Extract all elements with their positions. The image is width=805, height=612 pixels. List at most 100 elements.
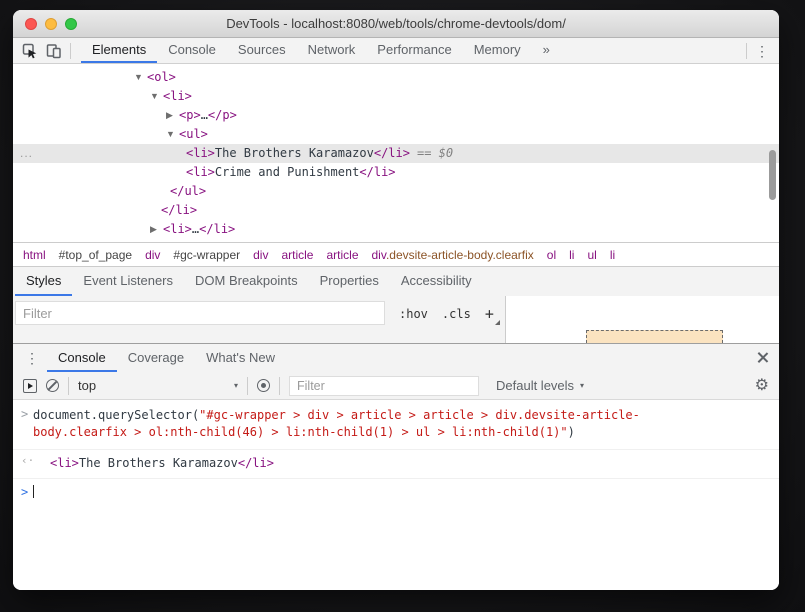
crumb-html[interactable]: html (23, 248, 46, 262)
toolbar-divider (279, 377, 280, 395)
inspect-element-icon[interactable] (22, 43, 38, 59)
devtools-window: DevTools - localhost:8080/web/tools/chro… (13, 10, 779, 590)
styles-pane-body: :hov .cls + (13, 296, 779, 343)
tree-node-li[interactable]: ▶<li>…</li> (13, 220, 779, 239)
crumb-class-part: .devsite-article-body.clearfix (386, 248, 534, 262)
tree-node-close-ul[interactable]: </ul> (13, 182, 779, 201)
context-label: top (78, 378, 96, 393)
expand-arrow-icon[interactable]: ▼ (134, 68, 147, 87)
tag-text: <li> (163, 222, 192, 236)
node-text: The Brothers Karamazov (79, 456, 238, 470)
console-result: ‹· <li>The Brothers Karamazov</li> (13, 450, 779, 479)
crumb-div[interactable]: div (253, 248, 268, 262)
tab-event-listeners[interactable]: Event Listeners (72, 267, 184, 296)
expand-arrow-icon[interactable]: ▼ (166, 125, 179, 144)
return-value-icon: ‹· (21, 454, 34, 467)
computed-styles-pane (505, 296, 779, 343)
styles-filter-input[interactable] (15, 301, 385, 325)
tag-text: </li> (199, 222, 235, 236)
device-toolbar-icon[interactable] (46, 43, 62, 59)
elements-dom-tree: ▼<ol> ▼<li> ▶<p>…</p> ▼<ul> ...<li>The B… (13, 64, 779, 242)
drawer-tab-bar: ⋮ Console Coverage What's New (13, 344, 779, 372)
tab-console[interactable]: Console (157, 38, 227, 63)
tag-text: <li> (163, 89, 192, 103)
tab-sources[interactable]: Sources (227, 38, 297, 63)
tree-node-p[interactable]: ▶<p>…</p> (13, 106, 779, 125)
close-drawer-icon[interactable] (755, 350, 770, 365)
crumb-div[interactable]: div (145, 248, 160, 262)
tag-text: <li> (186, 165, 215, 179)
tab-accessibility[interactable]: Accessibility (390, 267, 483, 296)
tag-text: <li> (50, 456, 79, 470)
tab-memory[interactable]: Memory (463, 38, 532, 63)
tag-text: </p> (208, 108, 237, 122)
dollar-zero-annotation: == $0 (417, 146, 453, 160)
chevron-down-icon: ▾ (580, 381, 584, 390)
log-levels-dropdown[interactable]: Default levels ▾ (496, 378, 584, 393)
box-model-margin-edge[interactable] (586, 330, 723, 343)
window-title: DevTools - localhost:8080/web/tools/chro… (13, 10, 779, 38)
tree-node-li[interactable]: <li>Crime and Punishment</li> (13, 163, 779, 182)
execution-context-selector[interactable]: top ▾ (78, 378, 238, 393)
crumb-ul[interactable]: ul (587, 248, 596, 262)
crumb-devsite-article-body[interactable]: div.devsite-article-body.clearfix (372, 248, 534, 262)
crumb-ol[interactable]: ol (547, 248, 556, 262)
tag-text: </ul> (170, 184, 206, 198)
tag-text: </li> (161, 203, 197, 217)
tab-properties[interactable]: Properties (309, 267, 390, 296)
tab-styles[interactable]: Styles (15, 267, 72, 296)
node-text: The Brothers Karamazov (215, 146, 374, 160)
toggle-element-state-button[interactable]: :hov (399, 307, 428, 321)
tree-node-ol[interactable]: ▼<ol> (13, 68, 779, 87)
toolbar-divider (70, 43, 71, 59)
crumb-gc-wrapper[interactable]: #gc-wrapper (173, 248, 240, 262)
drawer-tab-console[interactable]: Console (47, 344, 117, 372)
tab-network[interactable]: Network (297, 38, 367, 63)
toolbar-divider (247, 377, 248, 395)
tree-node-ul[interactable]: ▼<ul> (13, 125, 779, 144)
tree-node-li[interactable]: ▼<li> (13, 87, 779, 106)
more-options-icon[interactable]: ⋮ (755, 44, 769, 58)
panel-tabs: Elements Console Sources Network Perform… (81, 38, 561, 63)
plus-icon: + (485, 305, 494, 323)
crumb-article[interactable]: article (326, 248, 358, 262)
new-style-rule-button[interactable]: + (485, 305, 500, 323)
sidebar-tabs: Styles Event Listeners DOM Breakpoints P… (13, 266, 779, 296)
collapse-arrow-icon[interactable]: ▶ (150, 220, 163, 239)
tab-performance[interactable]: Performance (366, 38, 462, 63)
crumb-article[interactable]: article (281, 248, 313, 262)
ellipsis-text: … (201, 108, 208, 122)
tag-text: <ol> (147, 70, 176, 84)
tree-node-li-selected[interactable]: ...<li>The Brothers Karamazov</li>== $0 (13, 144, 779, 163)
tag-text: </li> (238, 456, 274, 470)
tab-elements[interactable]: Elements (81, 38, 157, 63)
long-click-corner-icon (495, 320, 500, 325)
console-settings-gear-icon[interactable]: ⚙ (755, 378, 769, 394)
scrollbar-thumb[interactable] (769, 150, 776, 200)
drawer-menu-icon[interactable]: ⋮ (25, 351, 39, 365)
crumb-top-of-page[interactable]: #top_of_page (59, 248, 132, 262)
prompt-chevron-icon: > (21, 485, 28, 499)
tag-text: </li> (359, 165, 395, 179)
console-filter-input[interactable] (289, 376, 479, 396)
create-live-expression-icon[interactable] (257, 379, 270, 392)
crumb-li[interactable]: li (569, 248, 574, 262)
command-text: document.querySelector("#gc-wrapper > di… (33, 407, 645, 441)
crumb-li-selected[interactable]: li (610, 248, 615, 262)
console-sidebar-icon[interactable] (23, 379, 37, 393)
clear-console-icon[interactable] (46, 379, 59, 392)
collapse-arrow-icon[interactable]: ▶ (166, 106, 179, 125)
expand-arrow-icon[interactable]: ▼ (150, 87, 163, 106)
tab-dom-breakpoints[interactable]: DOM Breakpoints (184, 267, 309, 296)
node-text: Crime and Punishment (215, 165, 360, 179)
console-prompt[interactable]: > (13, 479, 779, 499)
tree-node-close-li[interactable]: </li> (13, 201, 779, 220)
result-text[interactable]: <li>The Brothers Karamazov</li> (50, 455, 779, 472)
main-toolbar: Elements Console Sources Network Perform… (13, 38, 779, 64)
more-tabs-chevron-icon[interactable]: » (532, 38, 561, 63)
text-cursor (33, 485, 34, 498)
overflow-dots-icon[interactable]: ... (20, 144, 33, 163)
drawer-tab-coverage[interactable]: Coverage (117, 344, 195, 372)
element-classes-button[interactable]: .cls (442, 307, 471, 321)
drawer-tab-whats-new[interactable]: What's New (195, 344, 286, 372)
